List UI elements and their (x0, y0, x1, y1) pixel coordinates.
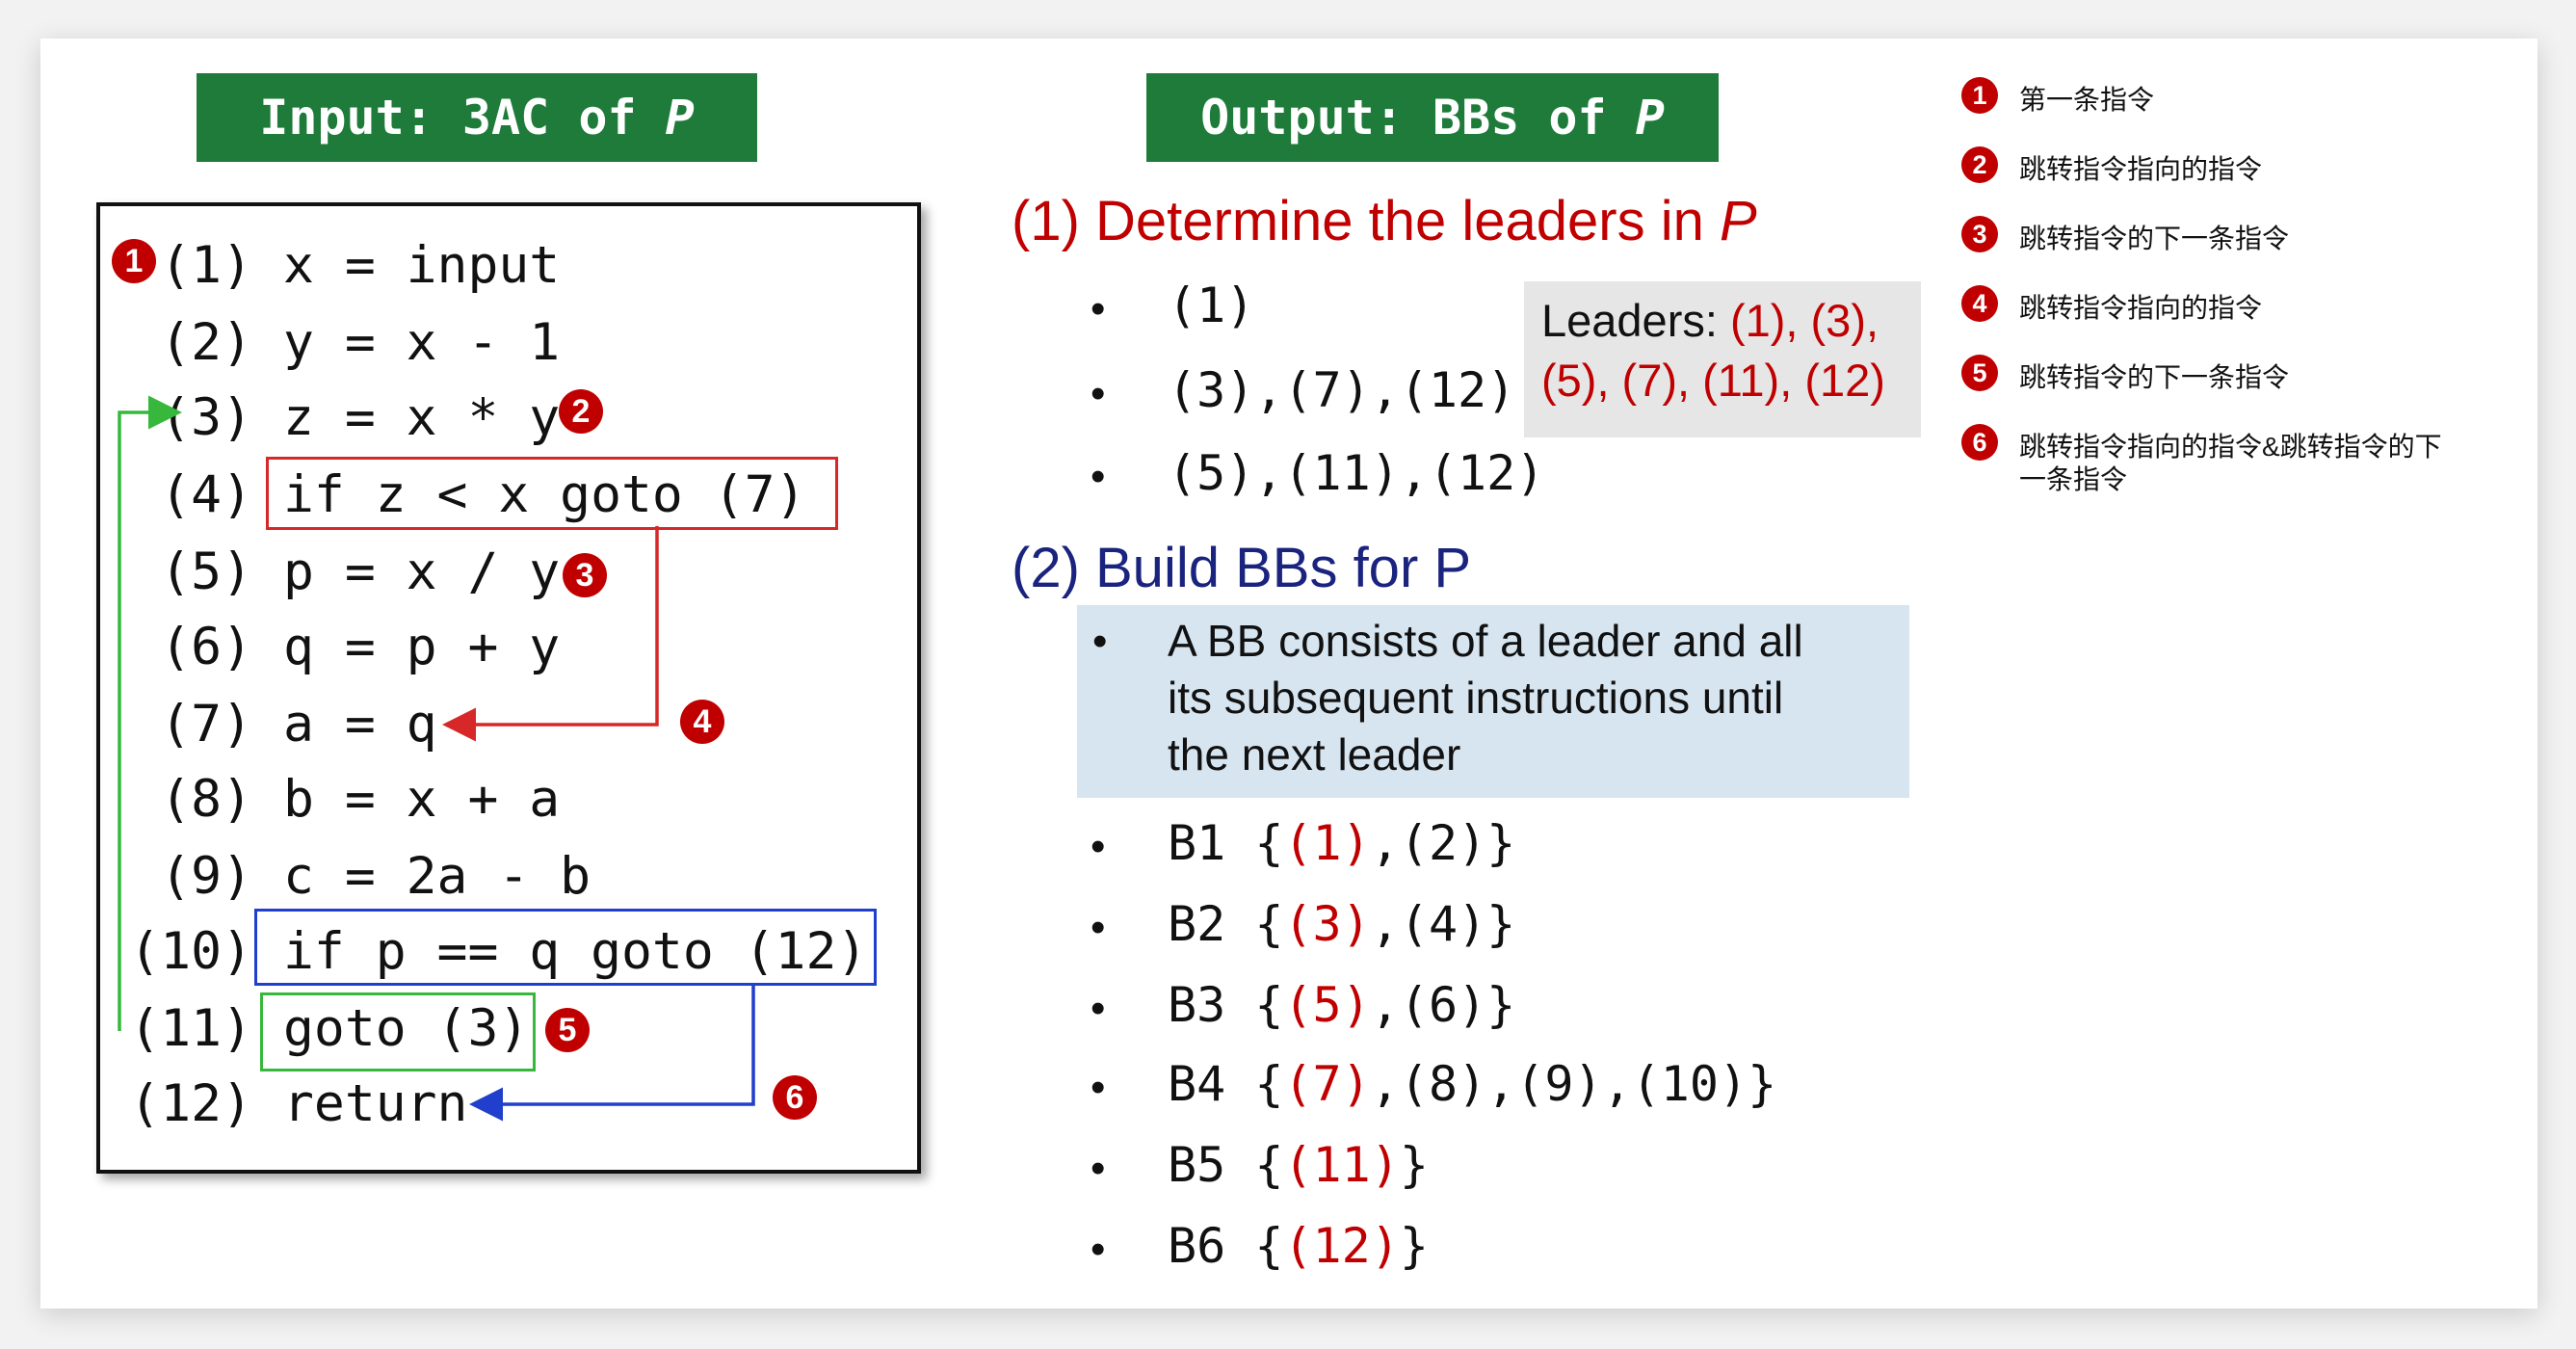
bb-definition-line2: its subsequent instructions until (1168, 673, 1784, 723)
bb-definition-box: • A BB consists of a leader and all its … (1077, 605, 1909, 798)
block-leader: (7) (1283, 1056, 1371, 1112)
legend-text: 跳转指令的下一条指令 (2019, 362, 2290, 392)
bullet-dot: • (1091, 453, 1106, 500)
block-open-brace: { (1225, 896, 1284, 952)
bullet-dot: • (1091, 1145, 1106, 1192)
block-open-brace: { (1225, 977, 1284, 1033)
block-open-brace: { (1225, 815, 1284, 871)
basic-block-item: B2 {(3),(4)} (1168, 896, 1515, 952)
arrow-goto-3 (118, 395, 182, 1031)
marker-6: 6 (773, 1075, 817, 1120)
leaders-line1: (1), (3), (1729, 295, 1879, 346)
block-leader: (12) (1283, 1218, 1400, 1274)
block-close-brace: } (1399, 1218, 1429, 1274)
block-rest: ,(6) (1370, 977, 1487, 1033)
arrow-goto-7 (442, 526, 659, 742)
leaders-line2: (5), (7), (11), (12) (1541, 355, 1885, 406)
bullet-dot: • (1091, 823, 1106, 870)
block-name: B6 (1168, 1218, 1226, 1274)
legend-text: 跳转指令的下一条指令 (2019, 224, 2290, 253)
step1-heading: (1) Determine the leaders in P (1012, 189, 1757, 253)
block-name: B3 (1168, 977, 1226, 1033)
marker-2: 2 (559, 389, 603, 434)
legend-marker: 1 (1961, 77, 1998, 114)
block-open-brace: { (1225, 1218, 1284, 1274)
marker-4: 4 (680, 700, 724, 744)
block-close-brace: } (1399, 1137, 1429, 1193)
basic-block-item: B5 {(11)} (1168, 1137, 1429, 1193)
leader-set-2: (3),(7),(12) (1168, 362, 1516, 418)
basic-block-item: B4 {(7),(8),(9),(10)} (1168, 1056, 1776, 1112)
slide: Input: 3AC of P Output: BBs of P (1) x = … (40, 39, 2537, 1309)
bb-definition-line3: the next leader (1168, 729, 1461, 780)
leader-set-3: (5),(11),(12) (1168, 445, 1545, 501)
legend-marker: 6 (1961, 424, 1998, 461)
bullet-dot: • (1092, 618, 1108, 665)
block-close-brace: } (1486, 815, 1516, 871)
block-open-brace: { (1225, 1137, 1284, 1193)
marker-3: 3 (563, 553, 607, 597)
block-rest: ,(8),(9),(10) (1370, 1056, 1748, 1112)
legend-text: 第一条指令 (2019, 85, 2155, 115)
legend-marker: 4 (1961, 285, 1998, 322)
legend-text: 跳转指令指向的指令 (2019, 293, 2263, 323)
block-name: B5 (1168, 1137, 1226, 1193)
arrow-goto-12 (469, 983, 755, 1122)
block-leader: (5) (1283, 977, 1371, 1033)
bullet-dot: • (1091, 904, 1106, 951)
bullet-dot: • (1091, 285, 1106, 332)
basic-block-item: B1 {(1),(2)} (1168, 815, 1515, 871)
bullet-dot: • (1091, 1226, 1106, 1273)
leaders-label: Leaders: (1541, 295, 1730, 346)
block-rest: ,(4) (1370, 896, 1487, 952)
marker-5: 5 (545, 1008, 590, 1052)
legend-text-continued: 一条指令 (2019, 464, 2128, 494)
block-rest: ,(2) (1370, 815, 1487, 871)
legend-marker: 3 (1961, 216, 1998, 252)
step2-heading: (2) Build BBs for P (1012, 537, 1472, 599)
legend-text: 跳转指令指向的指令 (2019, 154, 2263, 184)
bb-definition-line1: A BB consists of a leader and all (1168, 616, 1803, 666)
leaders-box: Leaders: (1), (3), (5), (7), (11), (12) (1524, 281, 1921, 437)
block-open-brace: { (1225, 1056, 1284, 1112)
block-close-brace: } (1748, 1056, 1777, 1112)
bullet-dot: • (1091, 985, 1106, 1032)
block-name: B4 (1168, 1056, 1226, 1112)
legend-marker: 2 (1961, 146, 1998, 183)
block-close-brace: } (1486, 896, 1516, 952)
block-leader: (11) (1283, 1137, 1400, 1193)
bullet-dot: • (1091, 1064, 1106, 1111)
block-leader: (3) (1283, 896, 1371, 952)
basic-block-item: B6 {(12)} (1168, 1218, 1429, 1274)
block-leader: (1) (1283, 815, 1371, 871)
block-close-brace: } (1486, 977, 1516, 1033)
bullet-dot: • (1091, 370, 1106, 417)
legend-marker: 5 (1961, 355, 1998, 391)
step1-heading-var: P (1720, 190, 1757, 252)
marker-1: 1 (112, 239, 156, 283)
step1-heading-text: (1) Determine the leaders in (1012, 190, 1720, 252)
leader-set-1: (1) (1168, 278, 1255, 333)
block-name: B1 (1168, 815, 1226, 871)
block-name: B2 (1168, 896, 1226, 952)
basic-block-item: B3 {(5),(6)} (1168, 977, 1515, 1033)
